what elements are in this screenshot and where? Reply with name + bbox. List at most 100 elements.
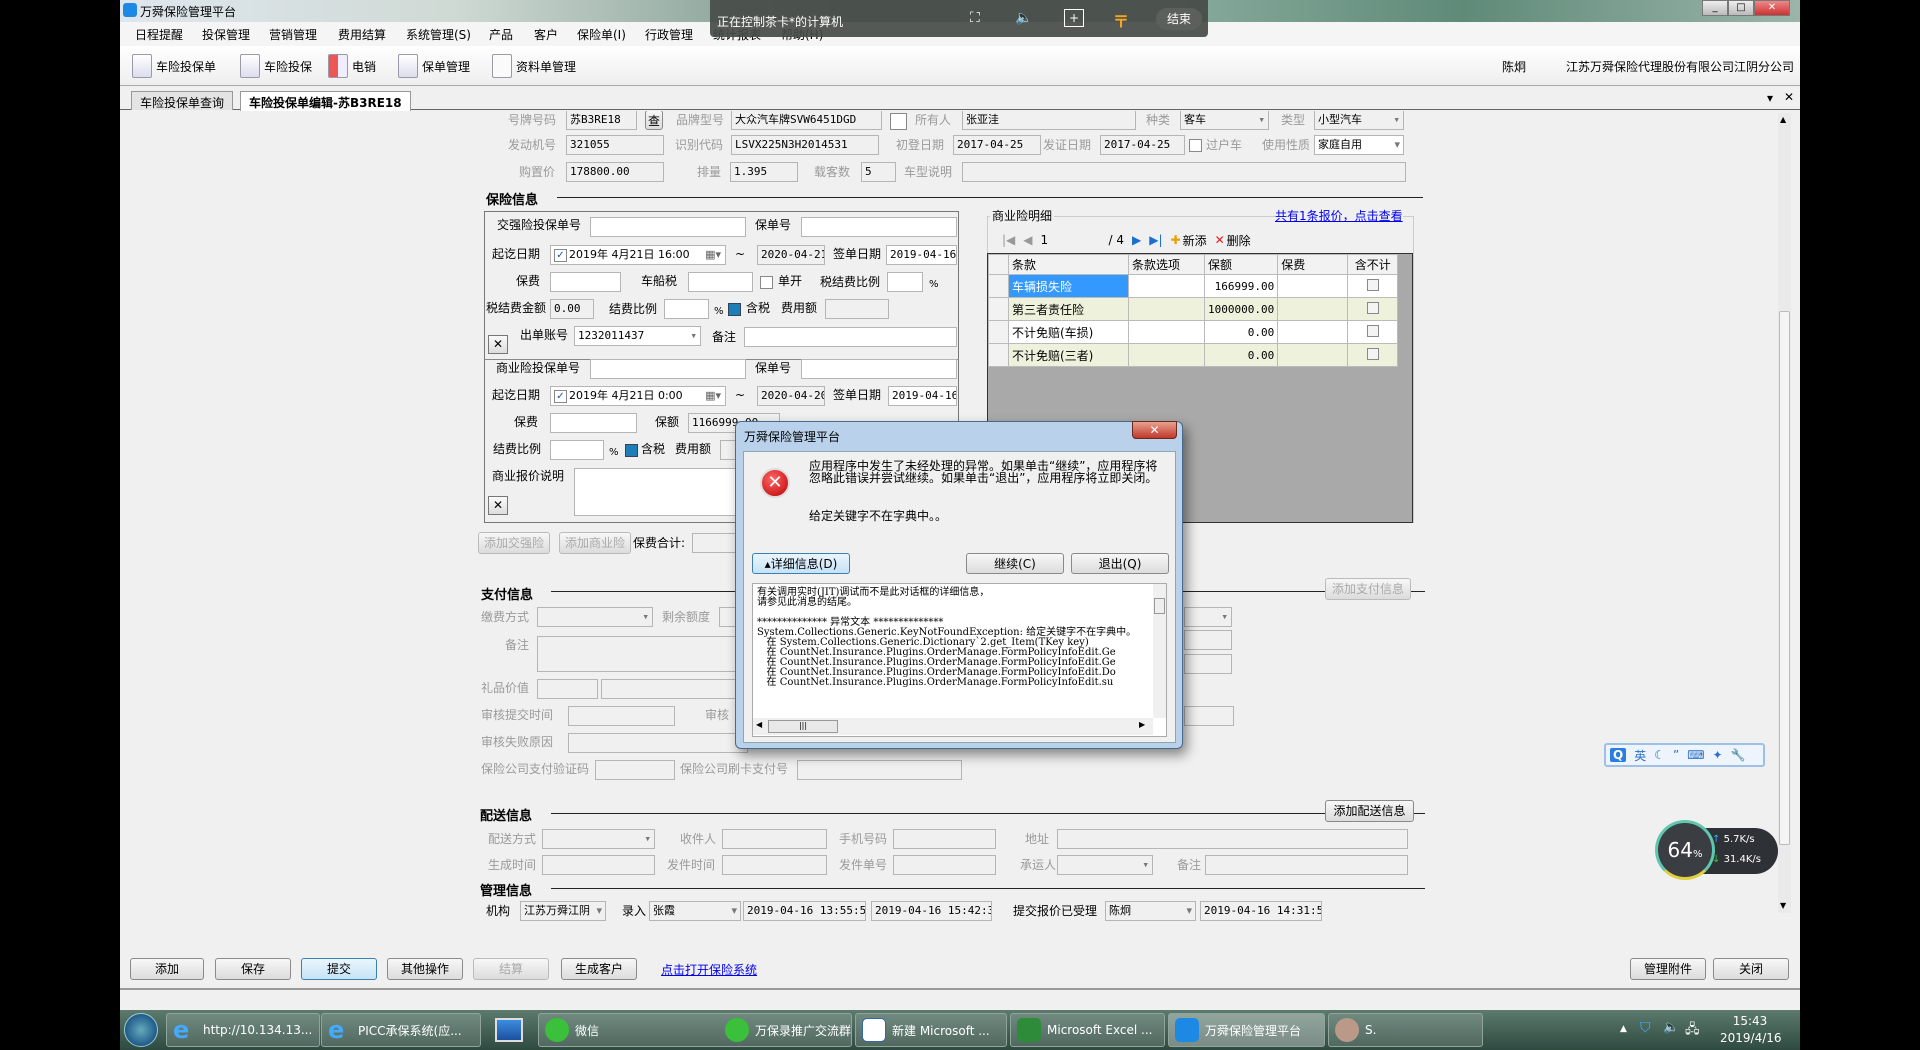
plate-input[interactable]: 苏B3RE18 [566, 111, 637, 130]
amount-cell[interactable]: 0.00 [1203, 343, 1279, 367]
menu-system[interactable]: 系统管理(S) [406, 26, 471, 43]
premium-cell[interactable] [1277, 274, 1349, 298]
tax-amount-input[interactable]: 0.00 [550, 299, 594, 319]
clause-cell[interactable]: 不计免赔(三者) [1008, 343, 1129, 367]
vehicle-tax-input[interactable] [688, 272, 753, 292]
premium-cell[interactable] [1277, 343, 1349, 367]
submit-button[interactable]: 提交 [301, 958, 377, 980]
toolbar-car-proposal[interactable]: 车险投保 [240, 54, 312, 78]
detail-row[interactable]: 不计免赔(车损) 0.00 [988, 320, 1399, 344]
compulsory-start-datepicker[interactable]: 2019年 4月21日 16:00 ✓ ▦▾ [550, 245, 726, 265]
dialog-close-button[interactable]: ✕ [1132, 421, 1177, 439]
cert-date-input[interactable]: 2017-04-25 [1100, 135, 1185, 155]
engine-input[interactable]: 321055 [566, 135, 664, 155]
start-date-checkbox[interactable]: ✓ [554, 249, 567, 262]
deductible-cell[interactable] [1347, 343, 1399, 367]
maximize-button[interactable]: □ [1728, 0, 1754, 16]
commercial-end-date[interactable]: 2020-04-20 [757, 386, 825, 406]
option-cell[interactable] [1128, 343, 1205, 367]
close-button[interactable]: 关闭 [1713, 958, 1789, 980]
details-toggle-button[interactable]: ▴详细信息(D) [752, 553, 850, 574]
detail-row[interactable]: 不计免赔(三者) 0.00 [988, 343, 1399, 367]
payment-right-select[interactable] [1184, 607, 1232, 627]
option-cell[interactable] [1128, 274, 1205, 298]
plate-query-button[interactable]: 查 [645, 111, 663, 130]
scrollbar-thumb[interactable] [1779, 311, 1790, 845]
details-hscrollbar[interactable]: ◀ ||| ▶ [753, 718, 1153, 735]
seats-input[interactable]: 5 [861, 162, 896, 182]
commercial-app-no-input[interactable] [590, 359, 746, 379]
gift-desc-input[interactable] [601, 679, 741, 699]
compulsory-fee-input[interactable] [825, 299, 889, 319]
calendar-dropdown-icon[interactable]: ▦▾ [705, 387, 721, 405]
col-option[interactable]: 条款选项 [1128, 254, 1205, 275]
update-time-input[interactable]: 2019-04-16 15:42:30 [871, 901, 992, 921]
start-date-checkbox[interactable]: ✓ [554, 390, 567, 403]
compulsory-rate-input[interactable] [664, 299, 709, 319]
scroll-right-icon[interactable]: ▶ [1139, 720, 1145, 729]
kind-select[interactable]: 客车 [1180, 111, 1269, 130]
commercial-tax-incl-checkbox[interactable] [625, 444, 638, 457]
deductible-checkbox[interactable] [1366, 278, 1379, 291]
delivery-method-select[interactable] [542, 829, 655, 849]
continue-button[interactable]: 继续(C) [966, 553, 1064, 574]
deductible-cell[interactable] [1347, 297, 1399, 321]
network-icon[interactable]: 🖧 [1685, 1020, 1700, 1042]
created-time-input[interactable] [542, 855, 655, 875]
transfer-checkbox[interactable] [1189, 139, 1202, 152]
details-vscroll-thumb[interactable] [1154, 598, 1165, 614]
deductible-cell[interactable] [1347, 320, 1399, 344]
security-shield-icon[interactable]: ⛉ [1640, 1020, 1651, 1036]
commercial-sign-date[interactable]: 2019-04-16 [888, 386, 957, 406]
taskbar-item-ie2[interactable]: e PICC承保系统(应... [321, 1013, 481, 1047]
quit-button[interactable]: 退出(Q) [1071, 553, 1169, 574]
menu-customer[interactable]: 客户 [534, 26, 558, 43]
ime-keyboard-icon[interactable]: ⌨ [1687, 748, 1704, 762]
compulsory-remark-input[interactable] [744, 327, 957, 347]
add-delivery-button[interactable]: 添加配送信息 [1325, 800, 1414, 822]
option-cell[interactable] [1128, 297, 1205, 321]
calendar-dropdown-icon[interactable]: ▦▾ [705, 246, 721, 264]
row-header[interactable] [988, 274, 1009, 298]
manage-attachments-button[interactable]: 管理附件 [1630, 958, 1706, 980]
use-select[interactable]: 家庭自用 [1314, 135, 1404, 155]
single-checkbox[interactable] [760, 276, 773, 289]
tab-close-icon[interactable]: ✕ [1784, 90, 1794, 104]
taskbar-item-word[interactable]: 新建 Microsoft ... [855, 1013, 1007, 1047]
add-payment-button[interactable]: 添加支付信息 [1325, 578, 1411, 600]
delivery-remark-input[interactable] [1205, 855, 1408, 875]
pay-remark-textarea[interactable] [537, 636, 737, 672]
tray-expand-icon[interactable]: ▲ [1620, 1024, 1627, 1034]
clause-cell[interactable]: 第三者责任险 [1008, 297, 1129, 321]
screen-select-icon[interactable]: + [1064, 9, 1084, 27]
detail-row[interactable]: 第三者责任险 1000000.00 [988, 297, 1399, 321]
waybill-input[interactable] [893, 855, 996, 875]
toolbar-car-proposal-form[interactable]: 车险投保单 [132, 54, 216, 78]
add-row-button[interactable]: 新添 [1183, 232, 1207, 249]
amount-cell[interactable]: 1000000.00 [1203, 297, 1279, 321]
audit-right-input[interactable] [1184, 706, 1234, 726]
premium-cell[interactable] [1277, 297, 1349, 321]
open-insurance-system-link[interactable]: 点击打开保险系统 [661, 961, 757, 978]
other-actions-button[interactable]: 其他操作 [387, 958, 463, 980]
detail-row[interactable]: 车辆损失险 166999.00 [988, 274, 1399, 298]
taskbar-item-excel[interactable]: Microsoft Excel ... [1010, 1013, 1165, 1047]
col-amount[interactable]: 保额 [1203, 254, 1279, 275]
payment-right-input[interactable] [1184, 630, 1232, 650]
minimize-button[interactable]: _ [1702, 0, 1728, 16]
clock-time[interactable]: 15:43 [1720, 1014, 1780, 1028]
save-button[interactable]: 保存 [215, 958, 291, 980]
taskbar-item-wechat[interactable]: 微信 万保录推广交流群 [538, 1013, 852, 1047]
ime-tools-icon[interactable]: ✦ [1713, 748, 1723, 762]
payment-right-input[interactable] [1184, 654, 1232, 674]
compulsory-tax-incl-checkbox[interactable] [728, 303, 741, 316]
model-input[interactable]: 大众汽车牌SVW6451DGD [731, 111, 882, 130]
prev-page-icon[interactable]: ◀ [1023, 233, 1032, 247]
audit-fail-input[interactable] [568, 733, 748, 753]
card-no-input[interactable] [797, 760, 962, 780]
type-select[interactable]: 小型汽车 [1314, 111, 1404, 130]
taskbar-item-chat[interactable]: S. [1328, 1013, 1483, 1047]
add-row-icon[interactable]: ✚ [1171, 233, 1181, 247]
scroll-left-icon[interactable]: ◀ [756, 720, 762, 729]
clause-cell[interactable]: 不计免赔(车损) [1008, 320, 1129, 344]
